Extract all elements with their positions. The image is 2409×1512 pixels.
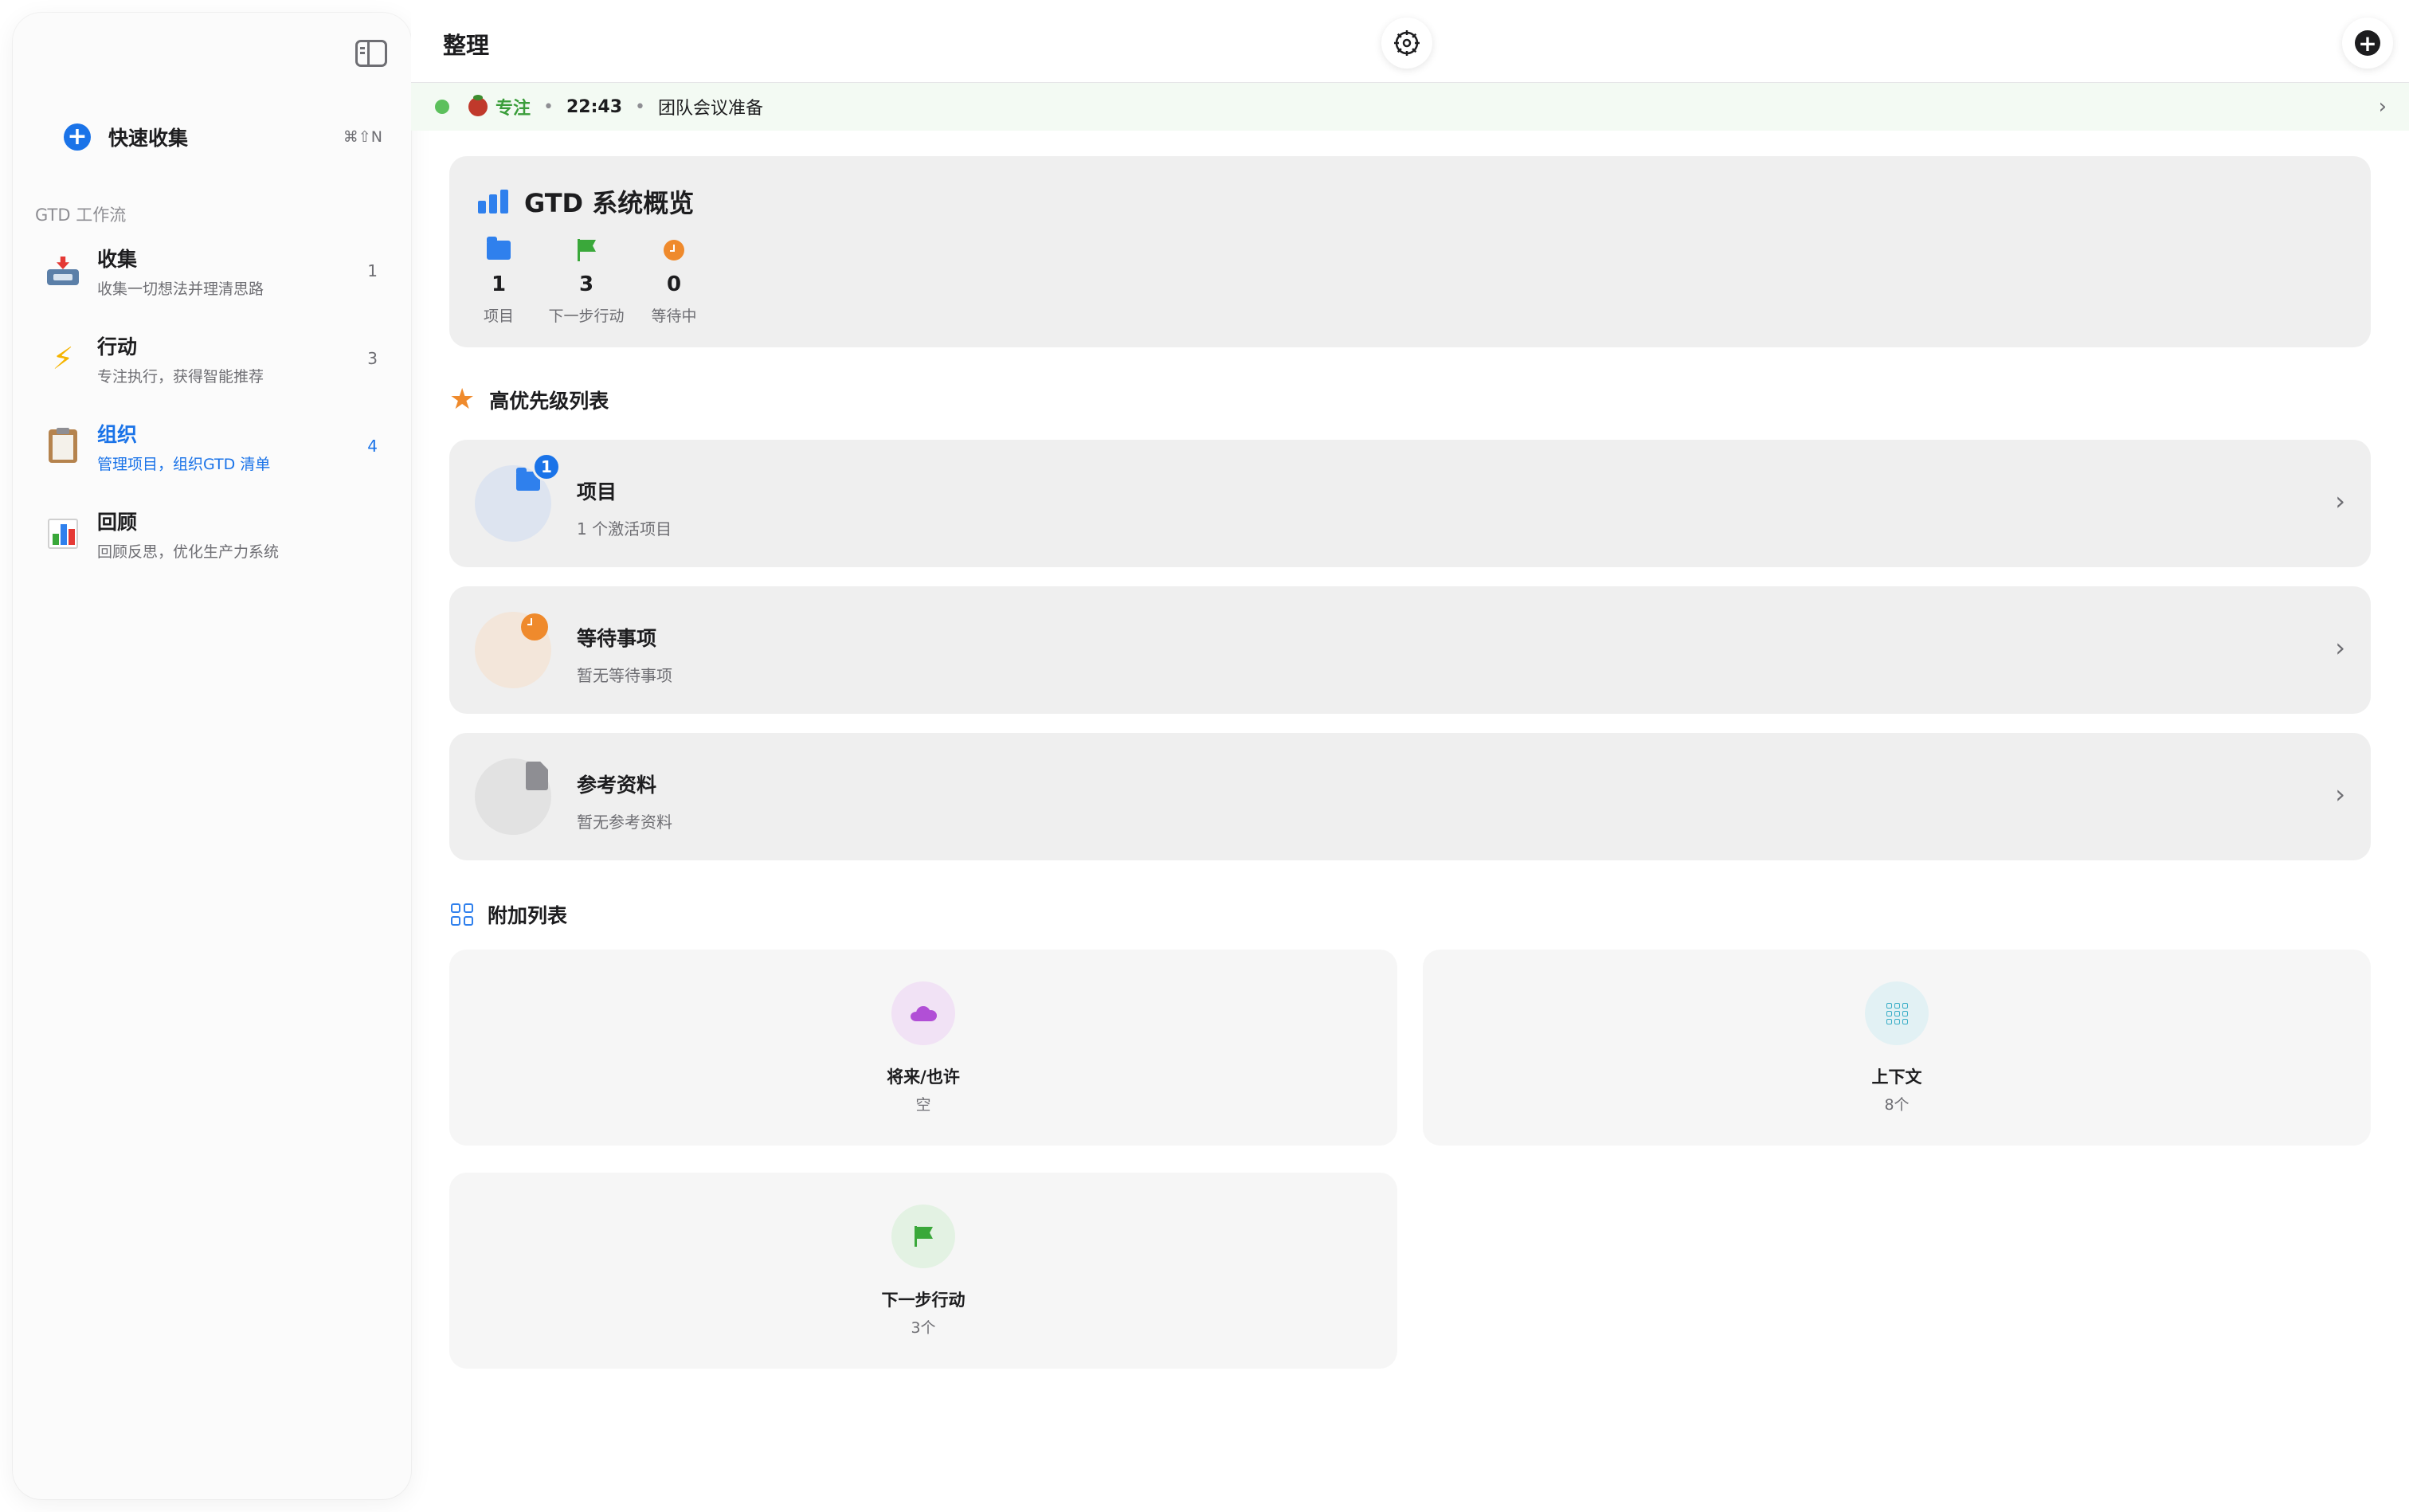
bar-chart-icon: [478, 190, 508, 213]
gear-icon: [1394, 30, 1420, 56]
stat-next-actions: 3 下一步行动: [539, 239, 634, 326]
quick-capture-label: 快速收集: [108, 127, 189, 150]
separator: •: [635, 96, 646, 117]
focus-task-name: 团队会议准备: [658, 99, 764, 119]
plus-icon: +: [2355, 30, 2380, 57]
sidebar-item-title: 组织: [97, 422, 138, 446]
count-badge: 1: [532, 452, 561, 481]
overview-title: GTD 系统概览: [524, 188, 695, 218]
tile-someday-maybe[interactable]: 将来/也许 空: [449, 950, 1397, 1146]
tile-subtitle: 空: [915, 1096, 931, 1114]
document-icon: [526, 762, 548, 790]
sidebar-section-title: GTD 工作流: [35, 206, 127, 225]
priority-card-reference[interactable]: 参考资料 暂无参考资料 ›: [449, 733, 2371, 860]
sidebar-item-title: 收集: [97, 247, 138, 271]
header: 整理 +: [411, 0, 2409, 83]
clock-icon: [521, 613, 548, 640]
section-title: 附加列表: [488, 904, 568, 927]
stat-value: 0: [666, 272, 682, 296]
bar-chart-icon: [45, 515, 81, 552]
priority-card-waiting[interactable]: 等待事项 暂无等待事项 ›: [449, 586, 2371, 714]
tile-subtitle: 8个: [1884, 1096, 1910, 1114]
sidebar-item-subtitle: 收集一切想法并理清思路: [97, 280, 264, 298]
sidebar: + 快速收集 ⌘⇧N GTD 工作流 收集 收集一切想法并理清思路 1 ⚡ 行动…: [13, 13, 411, 1499]
add-button[interactable]: +: [2342, 18, 2393, 69]
stat-value: 1: [491, 272, 507, 296]
tile-subtitle: 3个: [911, 1319, 936, 1337]
chevron-right-icon: ›: [2335, 486, 2345, 516]
quick-capture-button[interactable]: + 快速收集 ⌘⇧N: [64, 121, 390, 153]
tile-title: 上下文: [1871, 1067, 1922, 1087]
tile-contexts[interactable]: 上下文 8个: [1423, 950, 2371, 1146]
grid-dots-icon: [1886, 1002, 1908, 1024]
sidebar-item-count: 3: [367, 349, 378, 368]
chevron-right-icon: ›: [2335, 779, 2345, 809]
focus-status-bar[interactable]: 专注 • 22:43 • 团队会议准备 ›: [411, 83, 2409, 131]
sidebar-item-action[interactable]: ⚡ 行动 专注执行，获得智能推荐 3: [45, 325, 387, 392]
sidebar-item-count: 1: [367, 261, 378, 280]
chevron-right-icon: ›: [2378, 95, 2387, 119]
tomato-icon: [468, 95, 488, 116]
priority-card-projects[interactable]: 1 项目 1 个激活项目 ›: [449, 440, 2371, 567]
focus-status-label: 专注: [496, 99, 531, 119]
flag-icon: [576, 239, 597, 261]
sidebar-item-subtitle: 专注执行，获得智能推荐: [97, 367, 264, 386]
extra-section-heading: 附加列表: [451, 900, 567, 929]
settings-button[interactable]: [1381, 18, 1432, 69]
stat-projects: 1 项目: [451, 237, 546, 326]
card-title: 等待事项: [577, 627, 657, 650]
card-title: 项目: [577, 480, 617, 503]
card-subtitle: 暂无等待事项: [577, 666, 672, 685]
separator: •: [543, 96, 554, 117]
sidebar-toggle-icon[interactable]: [355, 40, 387, 67]
icon-circle: [1865, 981, 1929, 1045]
gtd-overview-card: GTD 系统概览 1 项目 3 下一步行动 0 等待中: [449, 156, 2371, 347]
clock-icon: [664, 240, 684, 260]
card-title: 参考资料: [577, 774, 657, 797]
stat-waiting: 0 等待中: [626, 239, 722, 326]
folder-icon: [487, 237, 511, 260]
flag-icon: [913, 1226, 934, 1247]
focus-timer: 22:43: [566, 96, 623, 117]
page-title: 整理: [443, 32, 490, 59]
stat-value: 3: [578, 272, 594, 296]
lightning-icon: ⚡: [52, 341, 74, 376]
inbox-tray-icon: [45, 253, 81, 289]
status-dot-icon: [435, 100, 449, 114]
icon-circle: [891, 981, 955, 1045]
sidebar-item-organize[interactable]: 组织 管理项目，组织GTD 清单 4: [45, 413, 387, 480]
cloud-icon: [909, 1005, 938, 1021]
card-subtitle: 1 个激活项目: [577, 519, 672, 539]
clipboard-icon: [45, 428, 81, 464]
grid-icon: [451, 903, 473, 926]
quick-capture-shortcut: ⌘⇧N: [343, 128, 382, 146]
sidebar-item-review[interactable]: 回顾 回顾反思，优化生产力系统: [45, 500, 387, 567]
stat-label: 下一步行动: [548, 307, 625, 325]
sidebar-item-count: 4: [367, 437, 378, 456]
card-subtitle: 暂无参考资料: [577, 813, 672, 832]
sidebar-item-title: 回顾: [97, 510, 138, 534]
sidebar-item-title: 行动: [97, 335, 138, 358]
sidebar-item-collect[interactable]: 收集 收集一切想法并理清思路 1: [45, 237, 387, 304]
stat-label: 项目: [483, 307, 514, 325]
plus-circle-icon: +: [64, 123, 91, 151]
tile-title: 下一步行动: [881, 1291, 966, 1310]
tile-next-actions[interactable]: 下一步行动 3个: [449, 1173, 1397, 1369]
star-icon: ★: [449, 383, 476, 416]
sidebar-item-subtitle: 管理项目，组织GTD 清单: [97, 455, 271, 473]
stat-label: 等待中: [651, 307, 697, 325]
sidebar-item-subtitle: 回顾反思，优化生产力系统: [97, 543, 280, 561]
section-title: 高优先级列表: [489, 390, 609, 413]
priority-section-heading: ★ 高优先级列表: [449, 386, 609, 414]
icon-circle: [891, 1205, 955, 1268]
chevron-right-icon: ›: [2335, 633, 2345, 663]
tile-title: 将来/也许: [887, 1067, 960, 1087]
app-window: + 快速收集 ⌘⇧N GTD 工作流 收集 收集一切想法并理清思路 1 ⚡ 行动…: [0, 0, 2409, 1512]
